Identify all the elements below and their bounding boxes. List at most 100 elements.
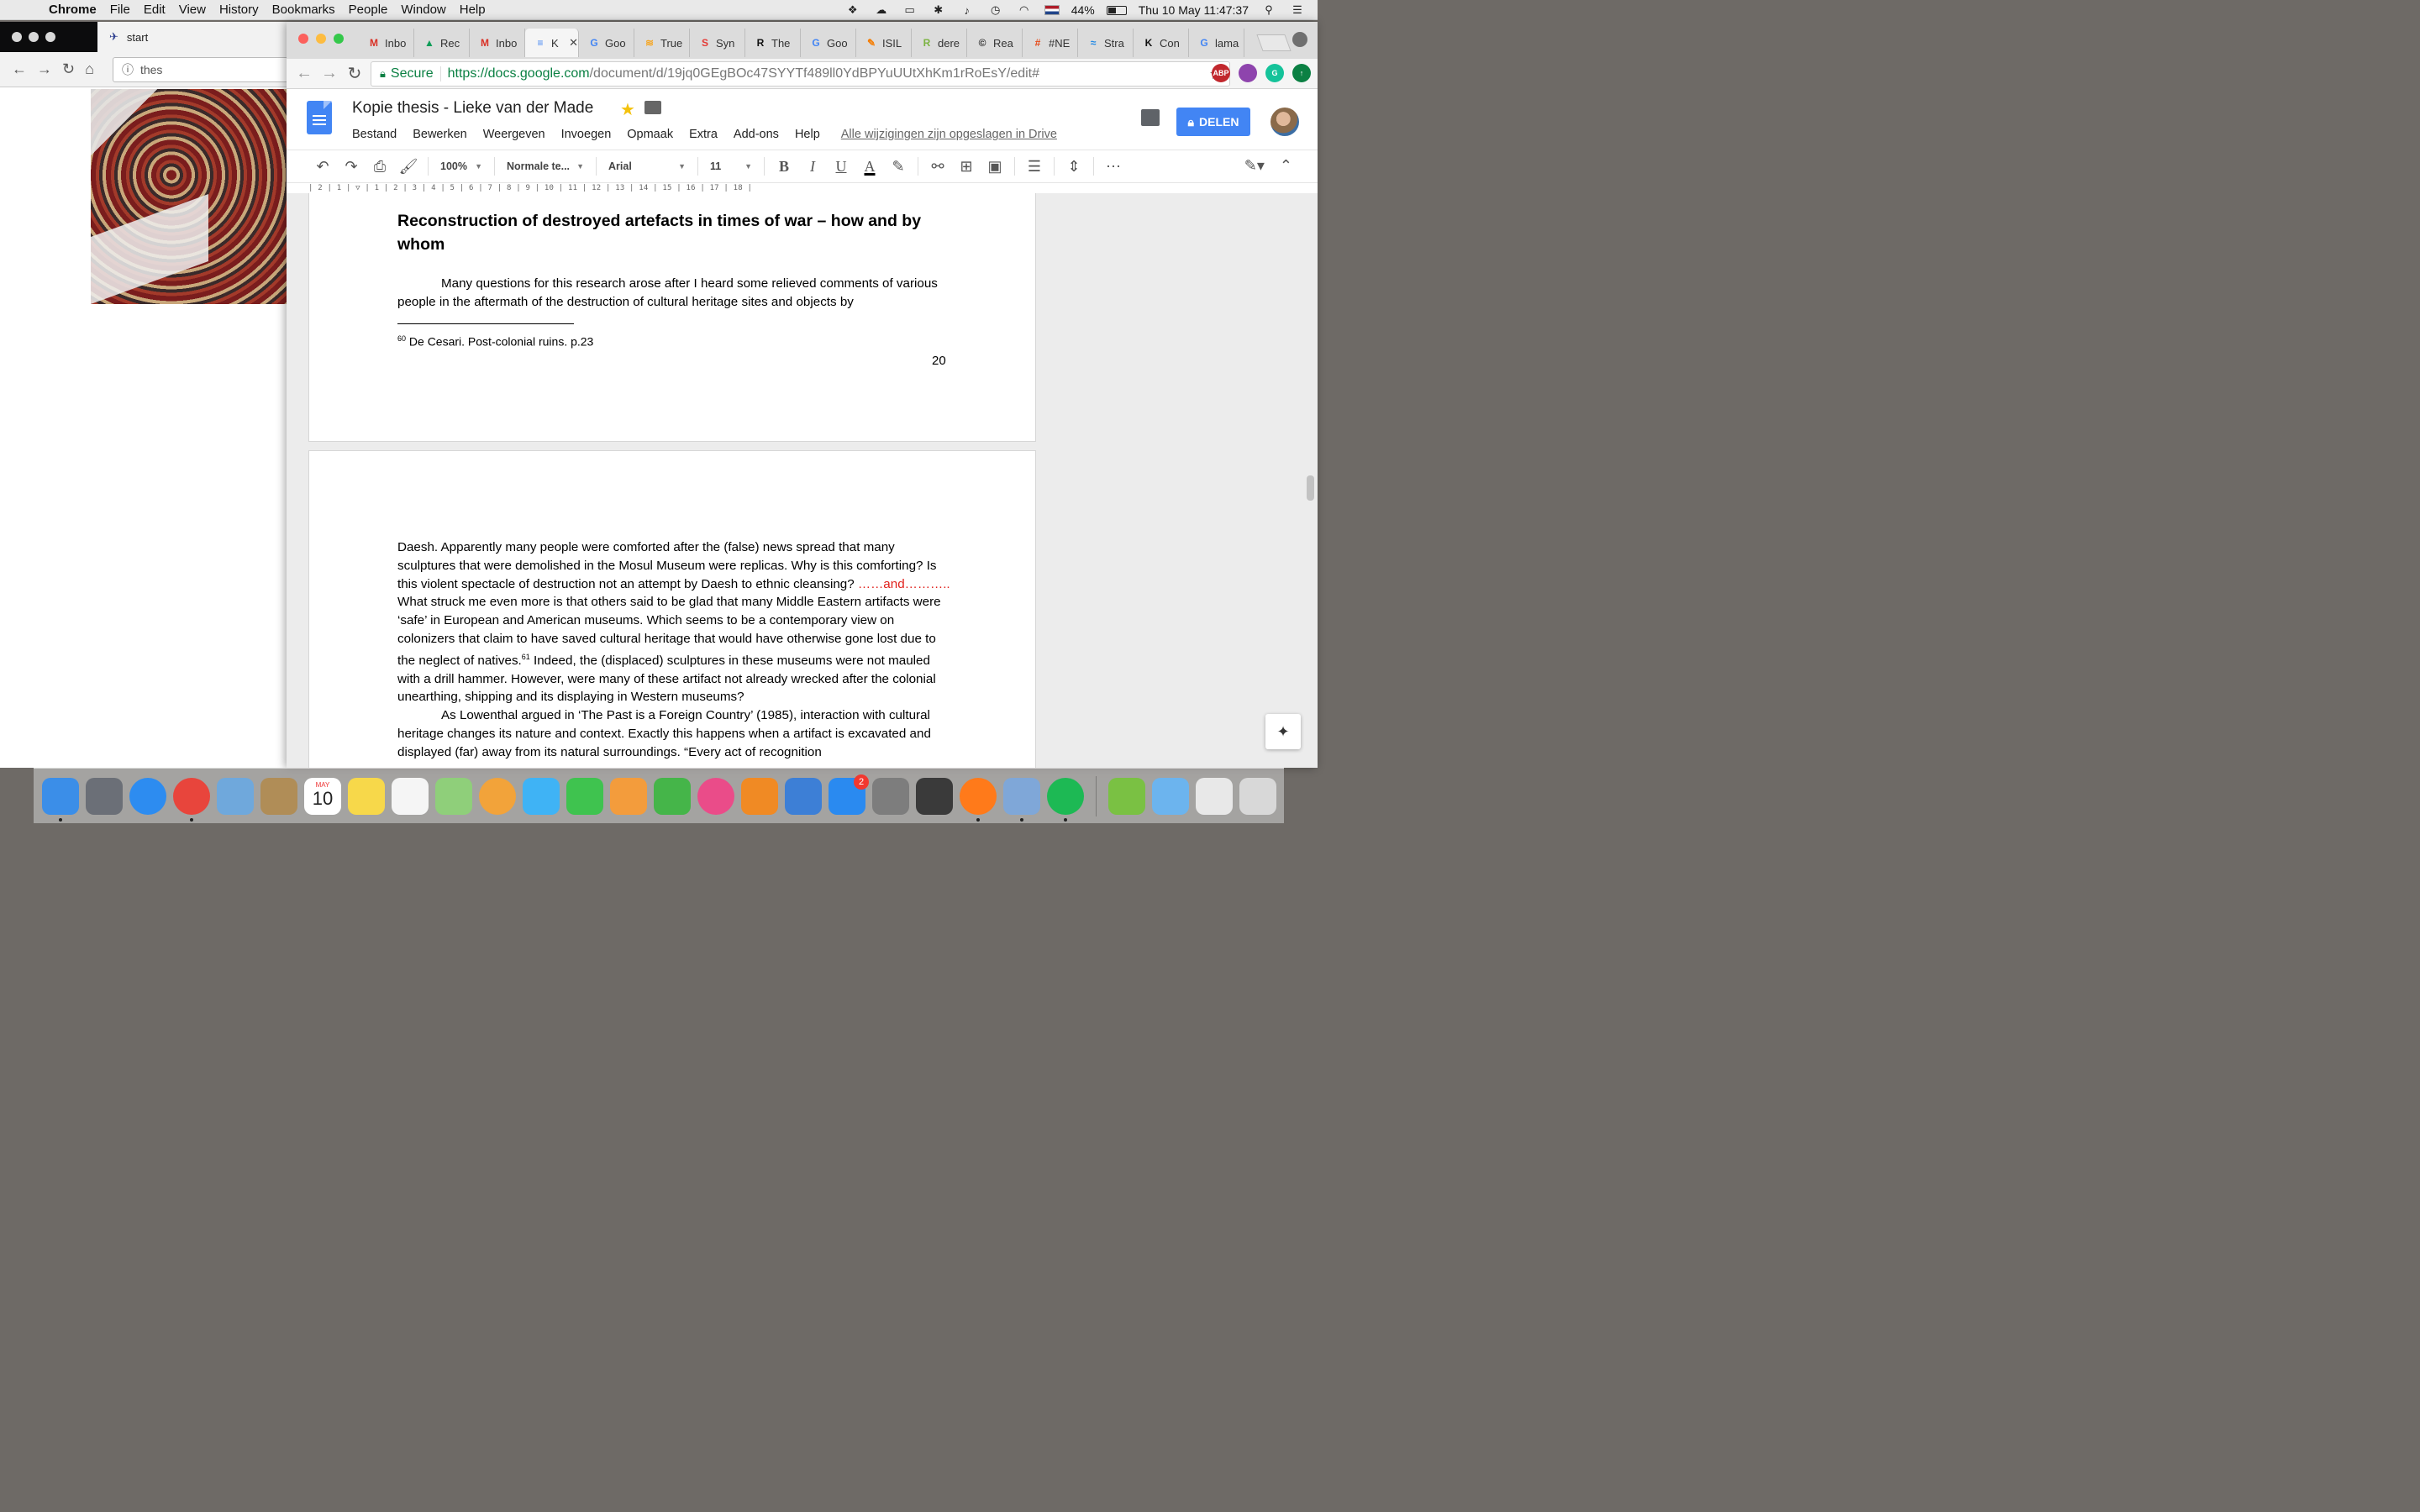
itunes-icon[interactable] — [697, 777, 734, 815]
time-machine-icon[interactable]: ◷ — [987, 3, 1004, 17]
browser-tab[interactable]: M Inbo — [470, 29, 525, 57]
creative-cloud-icon[interactable]: ☁ — [873, 3, 890, 17]
browser-tab[interactable]: G Goo — [579, 29, 634, 57]
paint-format-icon[interactable]: 🖌︎ — [394, 158, 423, 176]
document-title[interactable]: Kopie thesis - Lieke van der Made — [352, 99, 593, 118]
adblock-icon[interactable]: ABP — [1212, 64, 1230, 82]
comments-icon[interactable] — [1141, 109, 1160, 126]
collapse-toolbar-icon[interactable]: ⌃ — [1280, 157, 1292, 175]
close-button[interactable] — [298, 34, 308, 44]
bg-tab[interactable]: ✈ start — [97, 22, 294, 52]
insert-comment-icon[interactable]: ⊞ — [952, 158, 981, 176]
photos-icon[interactable] — [479, 777, 516, 815]
insert-image-icon[interactable]: ▣ — [981, 158, 1009, 176]
menu-app-name[interactable]: Chrome — [37, 3, 103, 17]
bg-zoom-button[interactable] — [45, 32, 55, 42]
docs-menu-insert[interactable]: Invoegen — [561, 128, 612, 141]
move-to-folder-icon[interactable] — [644, 101, 661, 114]
align-left-icon[interactable]: ☰ — [1020, 158, 1049, 176]
contacts-icon[interactable] — [260, 777, 297, 815]
close-tab-icon[interactable]: ✕ — [569, 36, 578, 50]
spotlight-search-icon[interactable]: ⚲ — [1260, 3, 1277, 17]
scrollbar-thumb[interactable] — [1307, 475, 1314, 501]
zoom-button[interactable] — [334, 34, 344, 44]
browser-tab[interactable]: R The — [745, 29, 801, 57]
browser-tab[interactable]: # #NE — [1023, 29, 1078, 57]
new-tab-button[interactable] — [1256, 34, 1292, 51]
line-spacing-icon[interactable]: ⇕ — [1060, 158, 1088, 176]
font-select[interactable]: Arial ▼ — [602, 160, 692, 172]
editing-mode-icon[interactable]: ✎▾ — [1244, 157, 1265, 175]
menu-help[interactable]: Help — [453, 3, 492, 17]
forward-icon[interactable]: → — [317, 64, 342, 83]
grammarly-icon[interactable]: G — [1265, 64, 1284, 82]
menu-window[interactable]: Window — [394, 3, 452, 17]
bg-minimize-button[interactable] — [29, 32, 39, 42]
browser-tab[interactable]: © Rea — [967, 29, 1023, 57]
calendar-icon[interactable]: MAY 10 — [304, 777, 341, 815]
launchpad-icon[interactable] — [86, 777, 123, 815]
appstore-icon[interactable]: 2 — [829, 774, 869, 815]
docs-menu-view[interactable]: Weergeven — [483, 128, 545, 141]
bg-url-bar[interactable]: ⓘ thes — [112, 56, 294, 82]
bg-reload-icon[interactable]: ↻ — [62, 60, 75, 78]
docs-menu-edit[interactable]: Bewerken — [413, 128, 466, 141]
browser-tab[interactable]: K Con — [1134, 29, 1189, 57]
drive-backup-icon[interactable] — [1108, 777, 1145, 815]
battery-icon[interactable] — [1106, 5, 1127, 15]
volume-icon[interactable]: ♪ — [959, 4, 976, 17]
chrome-icon[interactable] — [173, 777, 210, 822]
underline-icon[interactable]: U — [827, 158, 855, 176]
menu-bookmarks[interactable]: Bookmarks — [266, 3, 342, 17]
preview-icon[interactable] — [1003, 777, 1040, 822]
maps-icon[interactable] — [435, 777, 472, 815]
menu-history[interactable]: History — [213, 3, 266, 17]
profile-icon[interactable] — [1292, 32, 1307, 47]
browser-tab[interactable]: ≡ K ✕ — [525, 29, 579, 57]
explore-button[interactable]: ✦ — [1265, 714, 1301, 749]
documents-stack-icon[interactable] — [1196, 777, 1233, 815]
screenshot-icon[interactable] — [916, 777, 953, 815]
address-bar[interactable]: 🔒︎ Secure https://docs.google.com /docum… — [371, 61, 1230, 87]
docs-menu-addons[interactable]: Add-ons — [734, 128, 779, 141]
docs-logo-icon[interactable] — [307, 101, 332, 134]
input-source-flag-icon[interactable] — [1044, 5, 1060, 15]
pages-icon[interactable] — [610, 777, 647, 815]
update-icon[interactable]: ↑ — [1292, 64, 1311, 82]
menu-file[interactable]: File — [103, 3, 137, 17]
highlight-icon[interactable]: ✎ — [884, 158, 913, 176]
facetime-icon[interactable] — [566, 777, 603, 815]
bg-home-icon[interactable]: ⌂ — [85, 60, 94, 78]
reminders-icon[interactable] — [392, 777, 429, 815]
clock[interactable]: Thu 10 May 11:47:37 — [1139, 3, 1249, 17]
star-document-icon[interactable]: ★ — [620, 99, 635, 120]
minimize-button[interactable] — [316, 34, 326, 44]
paragraph-style-select[interactable]: Normale te... ▼ — [500, 160, 591, 172]
messages-icon[interactable] — [523, 777, 560, 815]
keynote-icon[interactable] — [785, 777, 822, 815]
undo-icon[interactable]: ↶ — [308, 158, 337, 176]
save-status[interactable]: Alle wijzigingen zijn opgeslagen in Driv… — [841, 128, 1057, 141]
notification-center-icon[interactable]: ☰ — [1289, 3, 1306, 17]
browser-tab[interactable]: Rdere — [912, 29, 967, 57]
browser-tab[interactable]: G Goo — [801, 29, 856, 57]
browser-tab[interactable]: ▲ Rec — [414, 29, 470, 57]
bluetooth-icon[interactable]: ✱ — [930, 3, 947, 17]
menu-view[interactable]: View — [172, 3, 213, 17]
notes-icon[interactable] — [348, 777, 385, 815]
menu-edit[interactable]: Edit — [137, 3, 172, 17]
menu-people[interactable]: People — [342, 3, 395, 17]
safari-icon[interactable] — [129, 777, 166, 815]
mail-icon[interactable] — [217, 777, 254, 815]
firefox-icon[interactable] — [960, 777, 997, 822]
bg-close-button[interactable] — [12, 32, 22, 42]
docs-menu-tools[interactable]: Extra — [689, 128, 718, 141]
battery-percent[interactable]: 44% — [1071, 3, 1095, 17]
browser-tab[interactable]: M Inbo — [359, 29, 414, 57]
bg-back-icon[interactable]: ← — [12, 60, 27, 78]
spotify-icon[interactable] — [1047, 777, 1084, 822]
insert-link-icon[interactable]: ⚯ — [923, 158, 952, 176]
italic-icon[interactable]: I — [798, 158, 827, 176]
docs-menu-help[interactable]: Help — [795, 128, 820, 141]
browser-tab[interactable]: ≋ True — [634, 29, 690, 57]
